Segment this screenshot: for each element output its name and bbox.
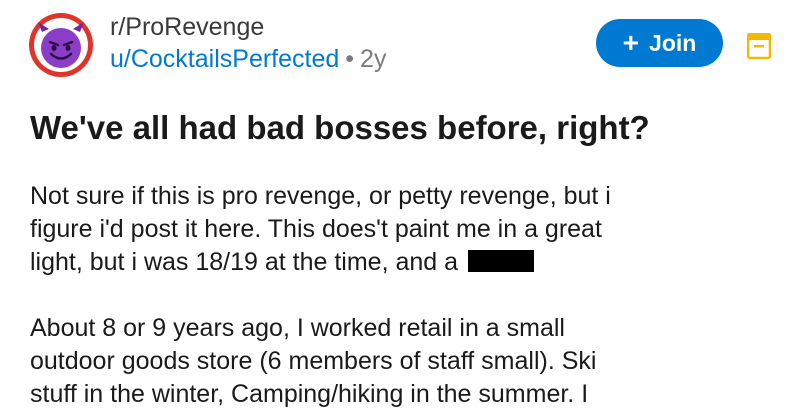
post-paragraph-2: About 8 or 9 years ago, I worked retail …	[30, 312, 770, 411]
plus-icon: +	[622, 27, 640, 58]
subreddit-avatar[interactable]	[28, 12, 94, 78]
author-line: u/CocktailsPerfected • 2y	[110, 44, 386, 74]
paragraph-line: Not sure if this is pro revenge, or pett…	[30, 182, 611, 210]
paragraph-line: outdoor goods store (6 members of staff …	[30, 347, 597, 375]
join-button[interactable]: + Join	[596, 19, 723, 67]
post-paragraph-1: Not sure if this is pro revenge, or pett…	[30, 180, 770, 279]
post-age: 2y	[360, 45, 387, 73]
author-username[interactable]: u/CocktailsPerfected	[110, 45, 339, 73]
meta-separator: •	[345, 45, 355, 73]
paragraph-line-text: light, but i was 18/19 at the time, and …	[30, 248, 459, 276]
post-meta: r/ProRevenge u/CocktailsPerfected • 2y	[110, 12, 386, 74]
post-title[interactable]: We've all had bad bosses before, right?	[30, 108, 650, 148]
paragraph-line: stuff in the winter, Camping/hiking in t…	[30, 380, 589, 408]
redaction-box	[468, 250, 535, 272]
paragraph-line: figure i'd post it here. This does't pai…	[30, 215, 602, 243]
subreddit-name[interactable]: r/ProRevenge	[110, 12, 386, 42]
paragraph-line: light, but i was 18/19 at the time, and …	[30, 246, 770, 279]
paragraph-line: About 8 or 9 years ago, I worked retail …	[30, 314, 565, 342]
join-label: Join	[649, 29, 697, 56]
save-icon[interactable]	[747, 33, 771, 59]
